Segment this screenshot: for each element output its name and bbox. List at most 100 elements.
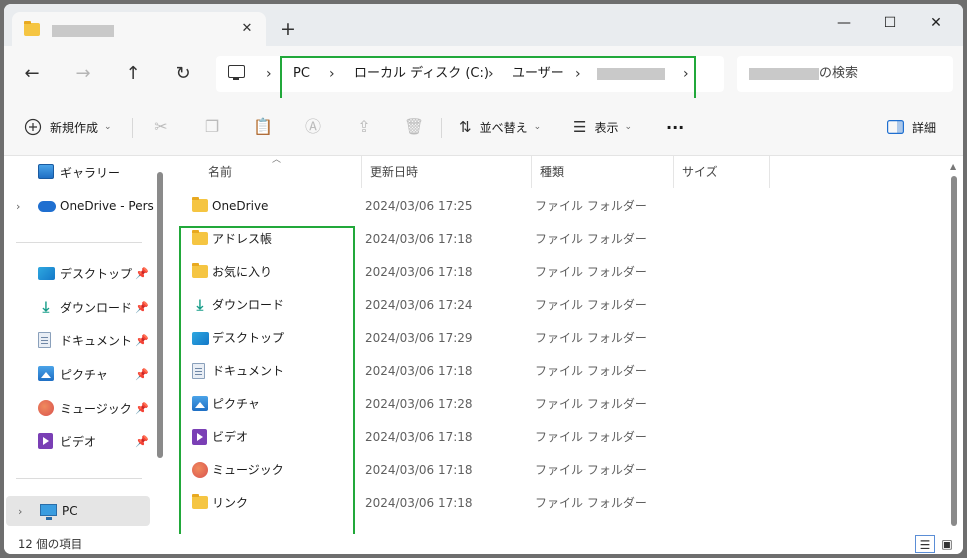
search-placeholder: の検索 bbox=[819, 66, 859, 81]
file-date: 2024/03/06 17:25 bbox=[365, 199, 473, 213]
sidebar-scrollbar[interactable] bbox=[156, 156, 164, 458]
file-date: 2024/03/06 17:18 bbox=[365, 232, 473, 246]
divider bbox=[441, 118, 442, 138]
file-name: OneDrive bbox=[212, 199, 269, 213]
large-icons-view-button[interactable]: ▣ bbox=[937, 535, 957, 553]
expand-chevron-icon[interactable]: › bbox=[18, 505, 22, 518]
pc-icon bbox=[40, 504, 57, 520]
details-pane-button[interactable]: 詳細 bbox=[887, 112, 936, 142]
music-icon bbox=[38, 400, 54, 416]
view-list-icon: ☰ bbox=[573, 118, 587, 136]
sidebar-item-downloads[interactable]: ⤓ ダウンロード 📌 bbox=[4, 292, 154, 322]
file-type: ファイル フォルダー bbox=[535, 331, 647, 345]
sidebar-scrollbar-thumb[interactable] bbox=[157, 172, 163, 458]
column-header-name[interactable]: 名前 bbox=[200, 156, 362, 188]
desktop-icon bbox=[38, 267, 55, 280]
up-button[interactable]: ↑ bbox=[117, 58, 149, 90]
title-bar: ✕ + — ☐ ✕ bbox=[4, 4, 963, 46]
redacted-tab-title bbox=[52, 25, 114, 37]
sidebar-item-onedrive[interactable]: › OneDrive - Personal bbox=[4, 191, 154, 221]
navigation-bar: ← → ↑ ↻ › PC › ローカル ディスク (C:) › ユーザー › ›… bbox=[4, 46, 963, 102]
sort-button[interactable]: ⇅ 並べ替え ⌄ bbox=[459, 112, 541, 142]
sidebar-item-label: デスクトップ bbox=[60, 266, 133, 281]
file-date: 2024/03/06 17:28 bbox=[365, 397, 473, 411]
video-icon bbox=[38, 433, 53, 449]
sidebar-item-gallery[interactable]: ギャラリー bbox=[4, 157, 154, 187]
tab-current[interactable]: ✕ bbox=[12, 12, 266, 46]
rename-icon[interactable]: Ⓐ bbox=[302, 116, 324, 138]
column-header-type[interactable]: 種類 bbox=[532, 156, 674, 188]
content-scrollbar[interactable]: ▲ bbox=[948, 156, 960, 534]
back-button[interactable]: ← bbox=[16, 58, 48, 90]
navigation-pane: ギャラリー › OneDrive - Personal デスクトップ 📌 ⤓ ダ… bbox=[4, 156, 154, 534]
pin-icon: 📌 bbox=[135, 367, 149, 381]
monitor-icon bbox=[228, 65, 245, 80]
copy-icon[interactable]: ❐ bbox=[201, 116, 223, 138]
details-view-button[interactable]: ☰ bbox=[915, 535, 935, 553]
more-options-button[interactable]: ··· bbox=[666, 112, 684, 142]
sort-icon: ⇅ bbox=[459, 118, 472, 136]
forward-button[interactable]: → bbox=[67, 58, 99, 90]
details-pane-icon bbox=[887, 120, 904, 134]
new-button[interactable]: 新規作成 ⌄ bbox=[24, 112, 112, 142]
view-button[interactable]: ☰ 表示 ⌄ bbox=[573, 112, 632, 142]
chevron-down-icon: ⌄ bbox=[533, 122, 542, 132]
folder-icon bbox=[192, 197, 208, 212]
sidebar-item-label: PC bbox=[62, 504, 78, 518]
refresh-button[interactable]: ↻ bbox=[167, 58, 199, 90]
file-date: 2024/03/06 17:18 bbox=[365, 430, 473, 444]
pictures-icon bbox=[38, 366, 54, 381]
item-count: 12 個の項目 bbox=[18, 537, 83, 551]
breadcrumb-separator[interactable]: › bbox=[266, 56, 272, 92]
sidebar-item-label: ビデオ bbox=[60, 434, 97, 449]
sidebar-item-desktop[interactable]: デスクトップ 📌 bbox=[4, 258, 154, 288]
paste-icon[interactable]: 📋 bbox=[252, 116, 274, 138]
content-scrollbar-thumb[interactable] bbox=[951, 176, 957, 526]
command-bar: 新規作成 ⌄ ✂ ❐ 📋 Ⓐ ⇪ 🗑 ⇅ 並べ替え ⌄ ☰ 表示 ⌄ ··· 詳… bbox=[4, 98, 963, 156]
cut-icon[interactable]: ✂ bbox=[150, 116, 172, 138]
file-type: ファイル フォルダー bbox=[535, 397, 647, 411]
view-button-label: 表示 bbox=[594, 120, 619, 135]
sidebar-item-videos[interactable]: ビデオ 📌 bbox=[4, 426, 154, 456]
column-header-modified[interactable]: 更新日時 bbox=[362, 156, 532, 188]
sidebar-item-label: ダウンロード bbox=[60, 300, 133, 315]
scroll-up-icon[interactable]: ▲ bbox=[950, 162, 956, 171]
minimize-button[interactable]: — bbox=[821, 8, 867, 38]
main-area: ギャラリー › OneDrive - Personal デスクトップ 📌 ⤓ ダ… bbox=[4, 155, 963, 547]
expand-chevron-icon[interactable]: › bbox=[16, 200, 20, 213]
file-date: 2024/03/06 17:18 bbox=[365, 364, 473, 378]
pin-icon: 📌 bbox=[135, 401, 149, 415]
sidebar-item-label: ピクチャ bbox=[60, 367, 108, 382]
sidebar-item-pictures[interactable]: ピクチャ 📌 bbox=[4, 359, 154, 389]
sort-button-label: 並べ替え bbox=[479, 120, 528, 135]
pin-icon: 📌 bbox=[135, 434, 149, 448]
sidebar-item-label: ギャラリー bbox=[60, 165, 121, 180]
divider bbox=[16, 478, 142, 479]
close-tab-button[interactable]: ✕ bbox=[236, 18, 258, 40]
maximize-button[interactable]: ☐ bbox=[867, 8, 913, 38]
download-icon: ⤓ bbox=[42, 298, 50, 316]
sidebar-item-documents[interactable]: ドキュメント 📌 bbox=[4, 325, 154, 355]
new-tab-button[interactable]: + bbox=[276, 17, 300, 41]
chevron-down-icon: ⌄ bbox=[624, 122, 633, 132]
pin-icon: 📌 bbox=[135, 266, 149, 280]
pin-icon: 📌 bbox=[135, 333, 149, 347]
sidebar-item-pc[interactable]: › PC bbox=[6, 496, 150, 526]
column-header-size[interactable]: サイズ bbox=[674, 156, 770, 188]
file-type: ファイル フォルダー bbox=[535, 232, 647, 246]
file-date: 2024/03/06 17:24 bbox=[365, 298, 473, 312]
new-button-label: 新規作成 bbox=[50, 120, 99, 135]
search-box[interactable]: の検索 bbox=[737, 56, 953, 92]
onedrive-icon bbox=[38, 201, 56, 212]
close-window-button[interactable]: ✕ bbox=[913, 8, 959, 38]
file-explorer-window: ✕ + — ☐ ✕ ← → ↑ ↻ › PC › ローカル ディスク (C:) … bbox=[4, 4, 963, 554]
file-date: 2024/03/06 17:18 bbox=[365, 463, 473, 477]
file-type: ファイル フォルダー bbox=[535, 430, 647, 444]
share-icon[interactable]: ⇪ bbox=[353, 116, 375, 138]
delete-icon[interactable]: 🗑 bbox=[403, 116, 425, 138]
file-row-onedrive[interactable]: OneDrive 2024/03/06 17:25 ファイル フォルダー bbox=[168, 190, 768, 223]
file-date: 2024/03/06 17:18 bbox=[365, 265, 473, 279]
sidebar-item-music[interactable]: ミュージック 📌 bbox=[4, 393, 154, 423]
document-icon bbox=[38, 332, 51, 348]
pin-icon: 📌 bbox=[135, 300, 149, 314]
